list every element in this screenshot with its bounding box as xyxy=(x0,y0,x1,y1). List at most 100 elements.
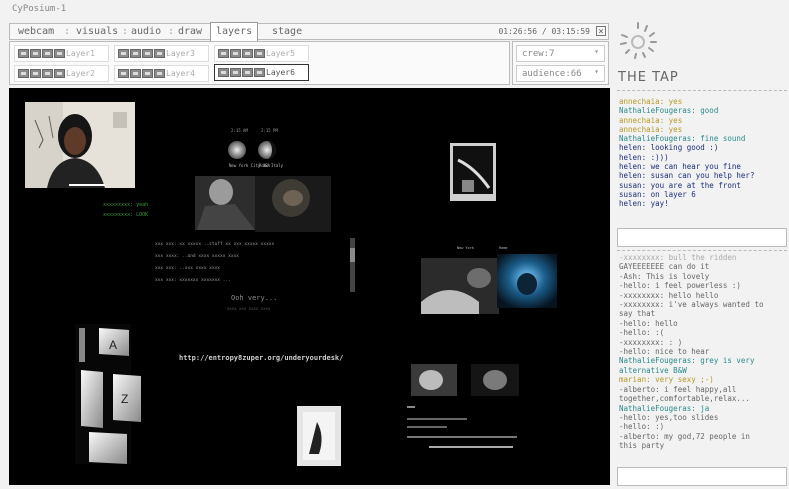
layer-toggle-icon[interactable] xyxy=(18,49,29,58)
bottom-right-text-block xyxy=(407,406,517,448)
layer-name: Layer4 xyxy=(166,69,195,78)
layer-toggle-icon[interactable] xyxy=(242,49,253,58)
chat-message: helen: susan can you help her? xyxy=(619,171,755,181)
chat-message: NathalieFougeras: good xyxy=(619,106,719,116)
layer-toggle-icon[interactable] xyxy=(254,49,265,58)
chevron-down-icon: ▾ xyxy=(594,47,599,56)
chat-message: susan: you are at the front xyxy=(619,180,741,190)
layer-3[interactable]: Layer3 xyxy=(114,45,209,62)
audience-select[interactable]: audience:66 ▾ xyxy=(516,65,605,82)
layer-4[interactable]: Layer4 xyxy=(114,65,209,82)
chat-message: helen: looking good :) xyxy=(619,143,719,153)
layer-toggle-icon[interactable] xyxy=(142,49,153,58)
layer-toggle-icon[interactable] xyxy=(42,49,53,58)
layer-toggle-icon[interactable] xyxy=(118,49,129,58)
tab-separator: : xyxy=(122,26,129,37)
layer-controls xyxy=(18,69,65,78)
layer-name: Layer1 xyxy=(66,49,95,58)
layer-5[interactable]: Layer5 xyxy=(214,45,309,62)
chat-message: annechaia: yes xyxy=(619,124,683,134)
chat-message: -xxxxxxxx: i've always wanted to xyxy=(619,300,764,310)
tap-logo-icon xyxy=(620,22,657,59)
moon-photo xyxy=(450,143,496,201)
crew-select[interactable]: crew:7 ▾ xyxy=(516,45,605,62)
layer-controls xyxy=(18,49,65,58)
tab-separator: : xyxy=(64,26,71,37)
layer-toggle-icon[interactable] xyxy=(30,49,41,58)
layer-toggle-icon[interactable] xyxy=(42,69,53,78)
layer-toggle-icon[interactable] xyxy=(130,69,141,78)
layer-toggle-icon[interactable] xyxy=(54,49,65,58)
layer-toggle-icon[interactable] xyxy=(154,49,165,58)
layer-toggle-icon[interactable] xyxy=(254,68,265,77)
small-label: Rome xyxy=(499,246,507,250)
tab-separator: : xyxy=(168,26,175,37)
chat-message: NathalieFougeras: fine sound xyxy=(619,134,746,144)
chat-message: this party xyxy=(619,441,665,451)
tab-visuals[interactable]: visuals xyxy=(76,26,118,37)
tab-draw[interactable]: draw xyxy=(178,26,202,37)
chat-message: -xxxxxxxx: : ) xyxy=(619,337,683,347)
chat-message: alternative B&W xyxy=(619,365,687,375)
layer-toggle-icon[interactable] xyxy=(54,69,65,78)
layer-6[interactable]: Layer6 xyxy=(214,64,309,81)
chat-message: -hello: hello xyxy=(619,318,678,328)
keyboard-keys-image: A Z xyxy=(75,324,141,464)
stage-url-text: http://entropy8zuper.org/underyourdesk/ xyxy=(179,354,343,362)
moon-time: 2:15 AM xyxy=(231,128,248,133)
layer-toggle-icon[interactable] xyxy=(218,68,229,77)
layer-controls xyxy=(118,69,165,78)
moon-label: Rome Italy xyxy=(259,163,284,168)
tab-webcam[interactable]: webcam xyxy=(18,26,54,37)
layer-toggle-icon[interactable] xyxy=(130,49,141,58)
layer-1[interactable]: Layer1 xyxy=(14,45,109,62)
layer-toggle-icon[interactable] xyxy=(230,49,241,58)
layer-name: Layer6 xyxy=(266,68,295,77)
moon-clock-widget: 2:15 AM 2:15 PM New York City USA Rome I… xyxy=(228,128,284,168)
stage-center-text: Ooh very... xyxy=(231,294,277,302)
stage-canvas[interactable]: xxxxxxxxx: yeah xxxxxxxxx: LOOK 2:15 AM … xyxy=(9,88,610,485)
stage-chat-line: xxx xxx: xxxxxxx xxxxxxx ... xyxy=(155,278,231,283)
layer-controls xyxy=(218,68,265,77)
close-icon[interactable]: × xyxy=(596,26,606,37)
key-letter: Z xyxy=(121,392,128,406)
chat-message: helen: :))) xyxy=(619,152,669,162)
chat-message: together,comfortable,relax... xyxy=(619,394,750,404)
layer-name: Layer2 xyxy=(66,69,95,78)
chat-message: -xxxxxxxx: bull the ridden xyxy=(619,253,737,262)
layer-toggle-icon[interactable] xyxy=(142,69,153,78)
layer-2[interactable]: Layer2 xyxy=(14,65,109,82)
layer-toggle-icon[interactable] xyxy=(30,69,41,78)
tab-audio[interactable]: audio xyxy=(131,26,161,37)
layers-panel: Layer1 Layer2 Layer3 Layer4 Layer5 Layer… xyxy=(9,41,510,85)
right-photo-pair: New York Rome xyxy=(421,246,557,314)
tab-layers[interactable]: layers xyxy=(210,22,259,41)
stage-center-text: xxxx xxx xxxx xxxx xyxy=(227,306,271,311)
dark-photo-cluster xyxy=(195,176,331,232)
layer-toggle-icon[interactable] xyxy=(154,69,165,78)
layer-toggle-icon[interactable] xyxy=(118,69,129,78)
audience-value: audience:66 xyxy=(522,69,582,79)
stage-chat-line: xxx xxxx: ..and xxxx xxxxx xxxx xyxy=(155,253,239,259)
small-label: New York xyxy=(457,246,475,250)
crew-chat-input[interactable] xyxy=(617,228,787,247)
layer-toggle-icon[interactable] xyxy=(218,49,229,58)
stage-chat-block: xxx xxx: xx xxxxx ..stuff xx xxx xxxxx x… xyxy=(155,238,355,292)
chat-message: say that xyxy=(619,309,656,319)
crew-value: crew:7 xyxy=(522,49,555,59)
layer-toggle-icon[interactable] xyxy=(18,69,29,78)
chevron-down-icon: ▾ xyxy=(594,67,599,76)
layer-controls xyxy=(218,49,265,58)
layer-toggle-icon[interactable] xyxy=(242,68,253,77)
audience-chat-input[interactable] xyxy=(617,467,787,486)
stage-green-line: xxxxxxxxx: LOOK xyxy=(103,212,148,218)
chat-message: -hello: i feel powerless :) xyxy=(619,281,741,291)
chat-message: -alberto: i feel happy,all xyxy=(619,384,737,394)
crew-chat-log: annechaia: yes NathalieFougeras: good an… xyxy=(619,97,787,209)
layer-toggle-icon[interactable] xyxy=(230,68,241,77)
tab-stage[interactable]: stage xyxy=(272,26,302,37)
stage-chat-line: xxx xxx: xx xxxxx ..stuff xx xxx xxxxx x… xyxy=(155,241,274,247)
chat-message: -hello: :) xyxy=(619,422,665,432)
selectors-panel: crew:7 ▾ audience:66 ▾ xyxy=(512,41,609,85)
portrait-card xyxy=(297,406,341,466)
